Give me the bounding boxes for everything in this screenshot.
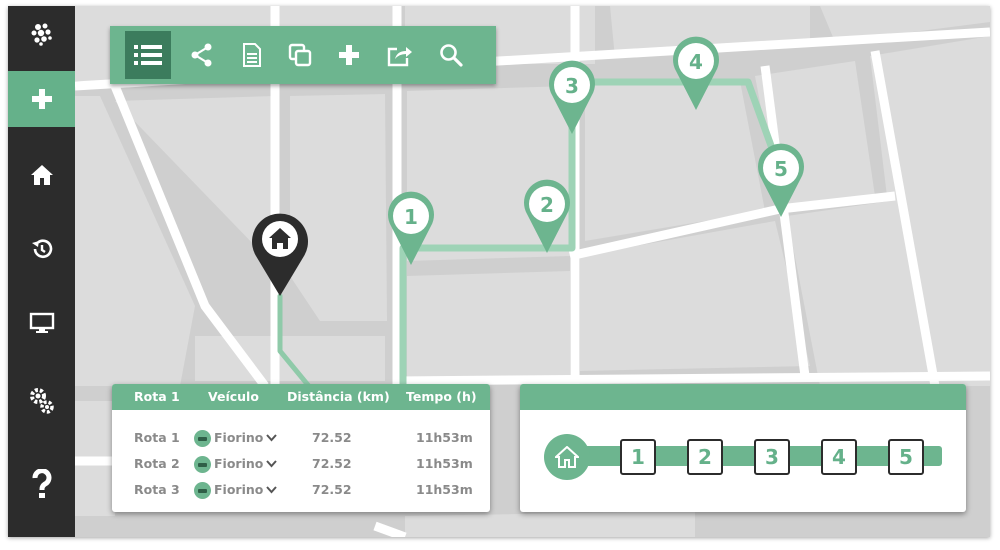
vehicle-name: Fiorino xyxy=(214,456,264,471)
map-marker-1[interactable]: 1 xyxy=(388,191,434,266)
marker-label: 2 xyxy=(540,193,554,217)
table-header: Rota 1 Veículo Distância (km) Tempo (h) xyxy=(112,384,490,410)
document-button[interactable] xyxy=(228,26,276,84)
export-button[interactable] xyxy=(376,26,424,84)
header-time[interactable]: Tempo (h) xyxy=(406,384,477,410)
chevron-down-icon xyxy=(266,486,278,494)
sidebar-item-history[interactable] xyxy=(8,221,75,277)
share-button[interactable] xyxy=(178,26,226,84)
table-row[interactable]: Rota 3 Fiorino 72.52 11h53m xyxy=(112,477,490,503)
route-distance: 72.52 xyxy=(312,482,352,497)
sidebar-item-monitor[interactable] xyxy=(8,295,75,351)
route-steps-panel: 1 2 3 4 5 xyxy=(520,384,966,512)
sidebar-item-home[interactable] xyxy=(8,147,75,203)
sidebar-item-add[interactable] xyxy=(8,71,75,127)
step-start[interactable] xyxy=(544,434,590,480)
search-button[interactable] xyxy=(427,26,475,84)
table-row[interactable]: Rota 1 Fiorino 72.52 11h53m xyxy=(112,425,490,451)
export-icon xyxy=(387,47,412,67)
toolbar xyxy=(110,26,496,84)
list-button[interactable] xyxy=(125,31,171,79)
vehicle-icon xyxy=(194,455,211,473)
copy-icon xyxy=(288,43,312,67)
app-window: 1 2 3 4 5 Rota 1 Veículo Distância (km) … xyxy=(8,6,990,537)
gears-icon xyxy=(29,388,54,414)
map-marker-4[interactable]: 4 xyxy=(673,36,719,111)
step-3[interactable]: 3 xyxy=(754,439,790,475)
step-4[interactable]: 4 xyxy=(821,439,857,475)
vehicle-select[interactable]: Fiorino xyxy=(194,477,278,503)
search-icon xyxy=(440,44,463,67)
route-time: 11h53m xyxy=(416,482,473,497)
marker-label: 3 xyxy=(565,74,579,98)
history-icon xyxy=(31,239,52,258)
header-route[interactable]: Rota 1 xyxy=(134,384,180,410)
plus-icon xyxy=(339,45,359,65)
route-distance: 72.52 xyxy=(312,430,352,445)
table-row[interactable]: Rota 2 Fiorino 72.52 11h53m xyxy=(112,451,490,477)
home-icon xyxy=(555,446,579,468)
copy-button[interactable] xyxy=(276,26,324,84)
add-button[interactable] xyxy=(325,26,373,84)
map-marker-5[interactable]: 5 xyxy=(758,143,804,218)
route-name: Rota 3 xyxy=(134,482,180,497)
chevron-down-icon xyxy=(266,460,278,468)
document-icon xyxy=(243,43,261,67)
steps-header xyxy=(520,384,966,410)
route-distance: 72.52 xyxy=(312,456,352,471)
step-5[interactable]: 5 xyxy=(888,439,924,475)
step-1[interactable]: 1 xyxy=(620,439,656,475)
vehicle-icon xyxy=(194,429,211,447)
chevron-down-icon xyxy=(266,434,278,442)
header-vehicle[interactable]: Veículo xyxy=(208,384,259,410)
list-icon xyxy=(134,45,162,65)
monitor-icon xyxy=(29,312,54,333)
marker-label: 5 xyxy=(774,157,788,181)
vehicle-icon xyxy=(194,481,211,499)
vehicle-select[interactable]: Fiorino xyxy=(194,425,278,451)
cluster-logo-icon xyxy=(31,23,52,46)
route-name: Rota 2 xyxy=(134,456,180,471)
sidebar-item-settings[interactable] xyxy=(8,373,75,429)
sidebar xyxy=(8,6,75,537)
route-time: 11h53m xyxy=(416,430,473,445)
marker-label: 4 xyxy=(689,50,703,74)
route-name: Rota 1 xyxy=(134,430,180,445)
vehicle-name: Fiorino xyxy=(214,430,264,445)
map-marker-3[interactable]: 3 xyxy=(549,60,595,135)
routes-table: Rota 1 Veículo Distância (km) Tempo (h) … xyxy=(112,384,490,512)
share-icon xyxy=(191,43,212,67)
step-2[interactable]: 2 xyxy=(687,439,723,475)
home-icon xyxy=(30,165,53,185)
marker-label: 1 xyxy=(404,205,418,229)
plus-icon xyxy=(31,89,52,109)
route-time: 11h53m xyxy=(416,456,473,471)
help-icon xyxy=(32,469,51,498)
header-distance[interactable]: Distância (km) xyxy=(287,384,390,410)
vehicle-name: Fiorino xyxy=(214,482,264,497)
logo xyxy=(8,6,75,62)
sidebar-item-help[interactable] xyxy=(8,456,75,512)
vehicle-select[interactable]: Fiorino xyxy=(194,451,278,477)
map-marker-2[interactable]: 2 xyxy=(524,179,570,254)
